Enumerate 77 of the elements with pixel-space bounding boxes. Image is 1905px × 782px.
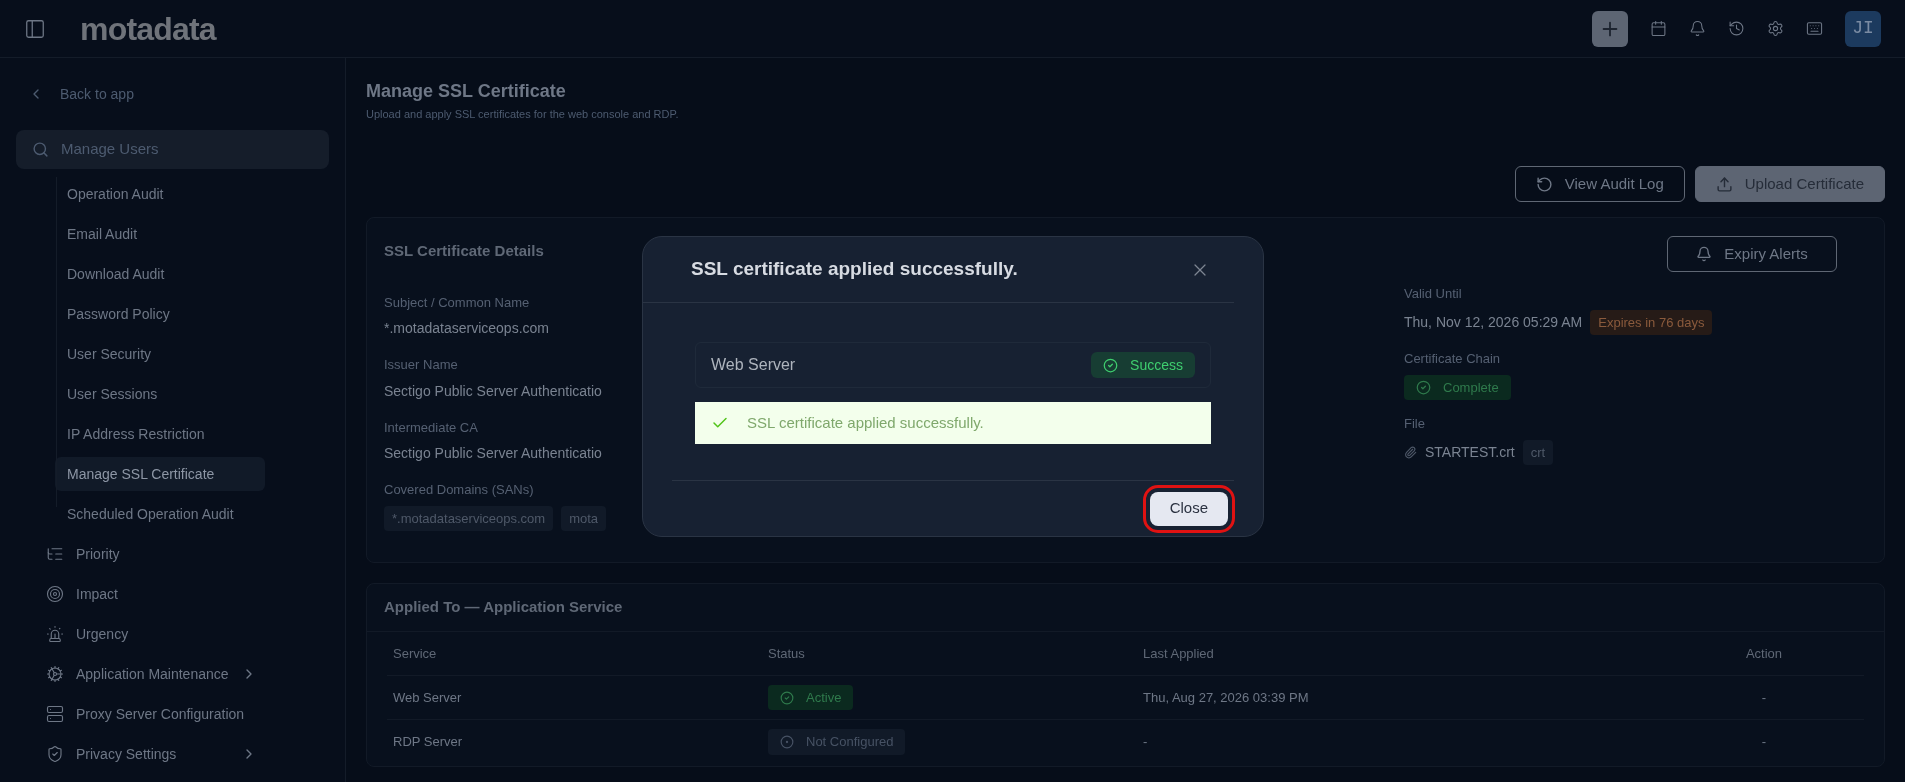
card-title: SSL Certificate Details (384, 241, 545, 261)
domain-chip: *.motadataserviceops.com (384, 505, 554, 531)
sidebar-toggle-icon[interactable] (24, 17, 46, 40)
back-link[interactable]: Back to app (28, 80, 134, 108)
table-cell-text: - (1761, 688, 1767, 707)
sidebar-item[interactable]: Application Maintenance (38, 657, 265, 691)
domain-chip: mota (561, 505, 607, 531)
status-badge: Active (768, 684, 854, 711)
settings-icon[interactable] (1767, 20, 1784, 37)
file-type-tag: crt (1522, 439, 1554, 465)
sidebar-item[interactable]: Privacy Settings (38, 737, 265, 771)
keyboard-icon[interactable] (1806, 20, 1823, 37)
history-icon[interactable] (1728, 20, 1745, 37)
paperclip-icon (1404, 445, 1417, 459)
sidebar-item[interactable]: Download Audit (55, 257, 265, 291)
bell-icon[interactable] (1689, 20, 1706, 37)
field-label: Subject / Common Name (384, 293, 530, 312)
user-avatar[interactable]: JI (1845, 10, 1881, 47)
table-cell-text: - (1142, 733, 1149, 752)
card-title: Applied To — Application Service (367, 584, 1884, 632)
sidebar-item[interactable]: User Sessions (55, 377, 265, 411)
gear-icon (46, 665, 64, 683)
column-header: Last Applied (1142, 644, 1215, 663)
sidebar-item[interactable]: Priority (38, 537, 265, 571)
history-icon (1535, 175, 1553, 193)
shield-icon (46, 745, 64, 763)
audit-log-button[interactable]: View Audit Log (1514, 166, 1685, 202)
field-value: Sectigo Public Server Authenticatio (384, 444, 602, 463)
column-header: Action (1744, 644, 1784, 663)
dialog-title: SSL certificate applied successfully. (691, 257, 1018, 282)
field-label: Certificate Chain (1404, 350, 1501, 368)
search-icon (32, 141, 49, 158)
bell-icon (1696, 246, 1713, 262)
sidebar-item[interactable]: Manage SSL Certificate (55, 457, 265, 491)
success-badge: Success (1091, 352, 1195, 378)
sidebar-item[interactable]: Password Policy (55, 297, 265, 331)
server-icon (46, 705, 64, 723)
table-cell-text: Web Server (392, 688, 463, 707)
status-badge: Complete (1404, 374, 1511, 400)
field-value: Sectigo Public Server Authenticatio (384, 381, 602, 401)
target-icon (46, 585, 64, 603)
sidebar-item[interactable]: IP Address Restriction (55, 417, 265, 451)
table-cell-text: RDP Server (392, 733, 464, 752)
table-cell-text: Thu, Aug 27, 2026 03:39 PM (1142, 688, 1310, 707)
expiry-alerts-button[interactable]: Expiry Alerts (1667, 236, 1837, 272)
siren-icon (46, 625, 64, 643)
column-header: Service (392, 644, 438, 663)
add-button[interactable] (1592, 10, 1628, 47)
field-label: Issuer Name (384, 356, 458, 374)
column-header: Status (767, 644, 806, 663)
field-label: Intermediate CA (384, 418, 478, 437)
expiry-badge: Expires in 76 days (1590, 309, 1713, 335)
field-label: File (1404, 415, 1425, 433)
sidebar-item[interactable]: Impact (38, 577, 265, 611)
sidebar-item[interactable]: Scheduled Operation Audit (55, 497, 265, 531)
service-name: Web Server (711, 355, 796, 375)
page-title: Manage SSL Certificate (366, 80, 567, 103)
sidebar-item[interactable]: Operation Audit (55, 177, 265, 211)
sidebar-item[interactable]: Urgency (38, 617, 265, 651)
banner-message: SSL certificate applied successfully. (747, 412, 984, 433)
field-label: Covered Domains (SANs) (384, 481, 534, 499)
page-subtitle: Upload and apply SSL certificates for the web console and RDP. (366, 106, 680, 122)
sidebar-item[interactable]: Email Audit (55, 217, 265, 251)
upload-icon (1715, 175, 1733, 193)
sidebar-item[interactable]: User Security (55, 337, 265, 371)
file-name: STARTEST.crt (1425, 442, 1515, 462)
field-value: Thu, Nov 12, 2026 05:29 AM (1404, 312, 1583, 332)
table-cell-text: - (1761, 733, 1767, 752)
calendar-icon[interactable] (1650, 20, 1667, 37)
field-label: Valid Until (1404, 285, 1462, 303)
upload-button[interactable]: Upload Certificate (1694, 166, 1885, 202)
logo: motadata (80, 9, 216, 49)
list-tree-icon (46, 545, 64, 563)
status-badge: Not Configured (768, 729, 906, 755)
search-field[interactable]: Manage Users (16, 130, 329, 169)
sidebar-item[interactable]: Proxy Server Configuration (38, 697, 265, 731)
field-value: *.motadataserviceops.com (384, 319, 549, 338)
